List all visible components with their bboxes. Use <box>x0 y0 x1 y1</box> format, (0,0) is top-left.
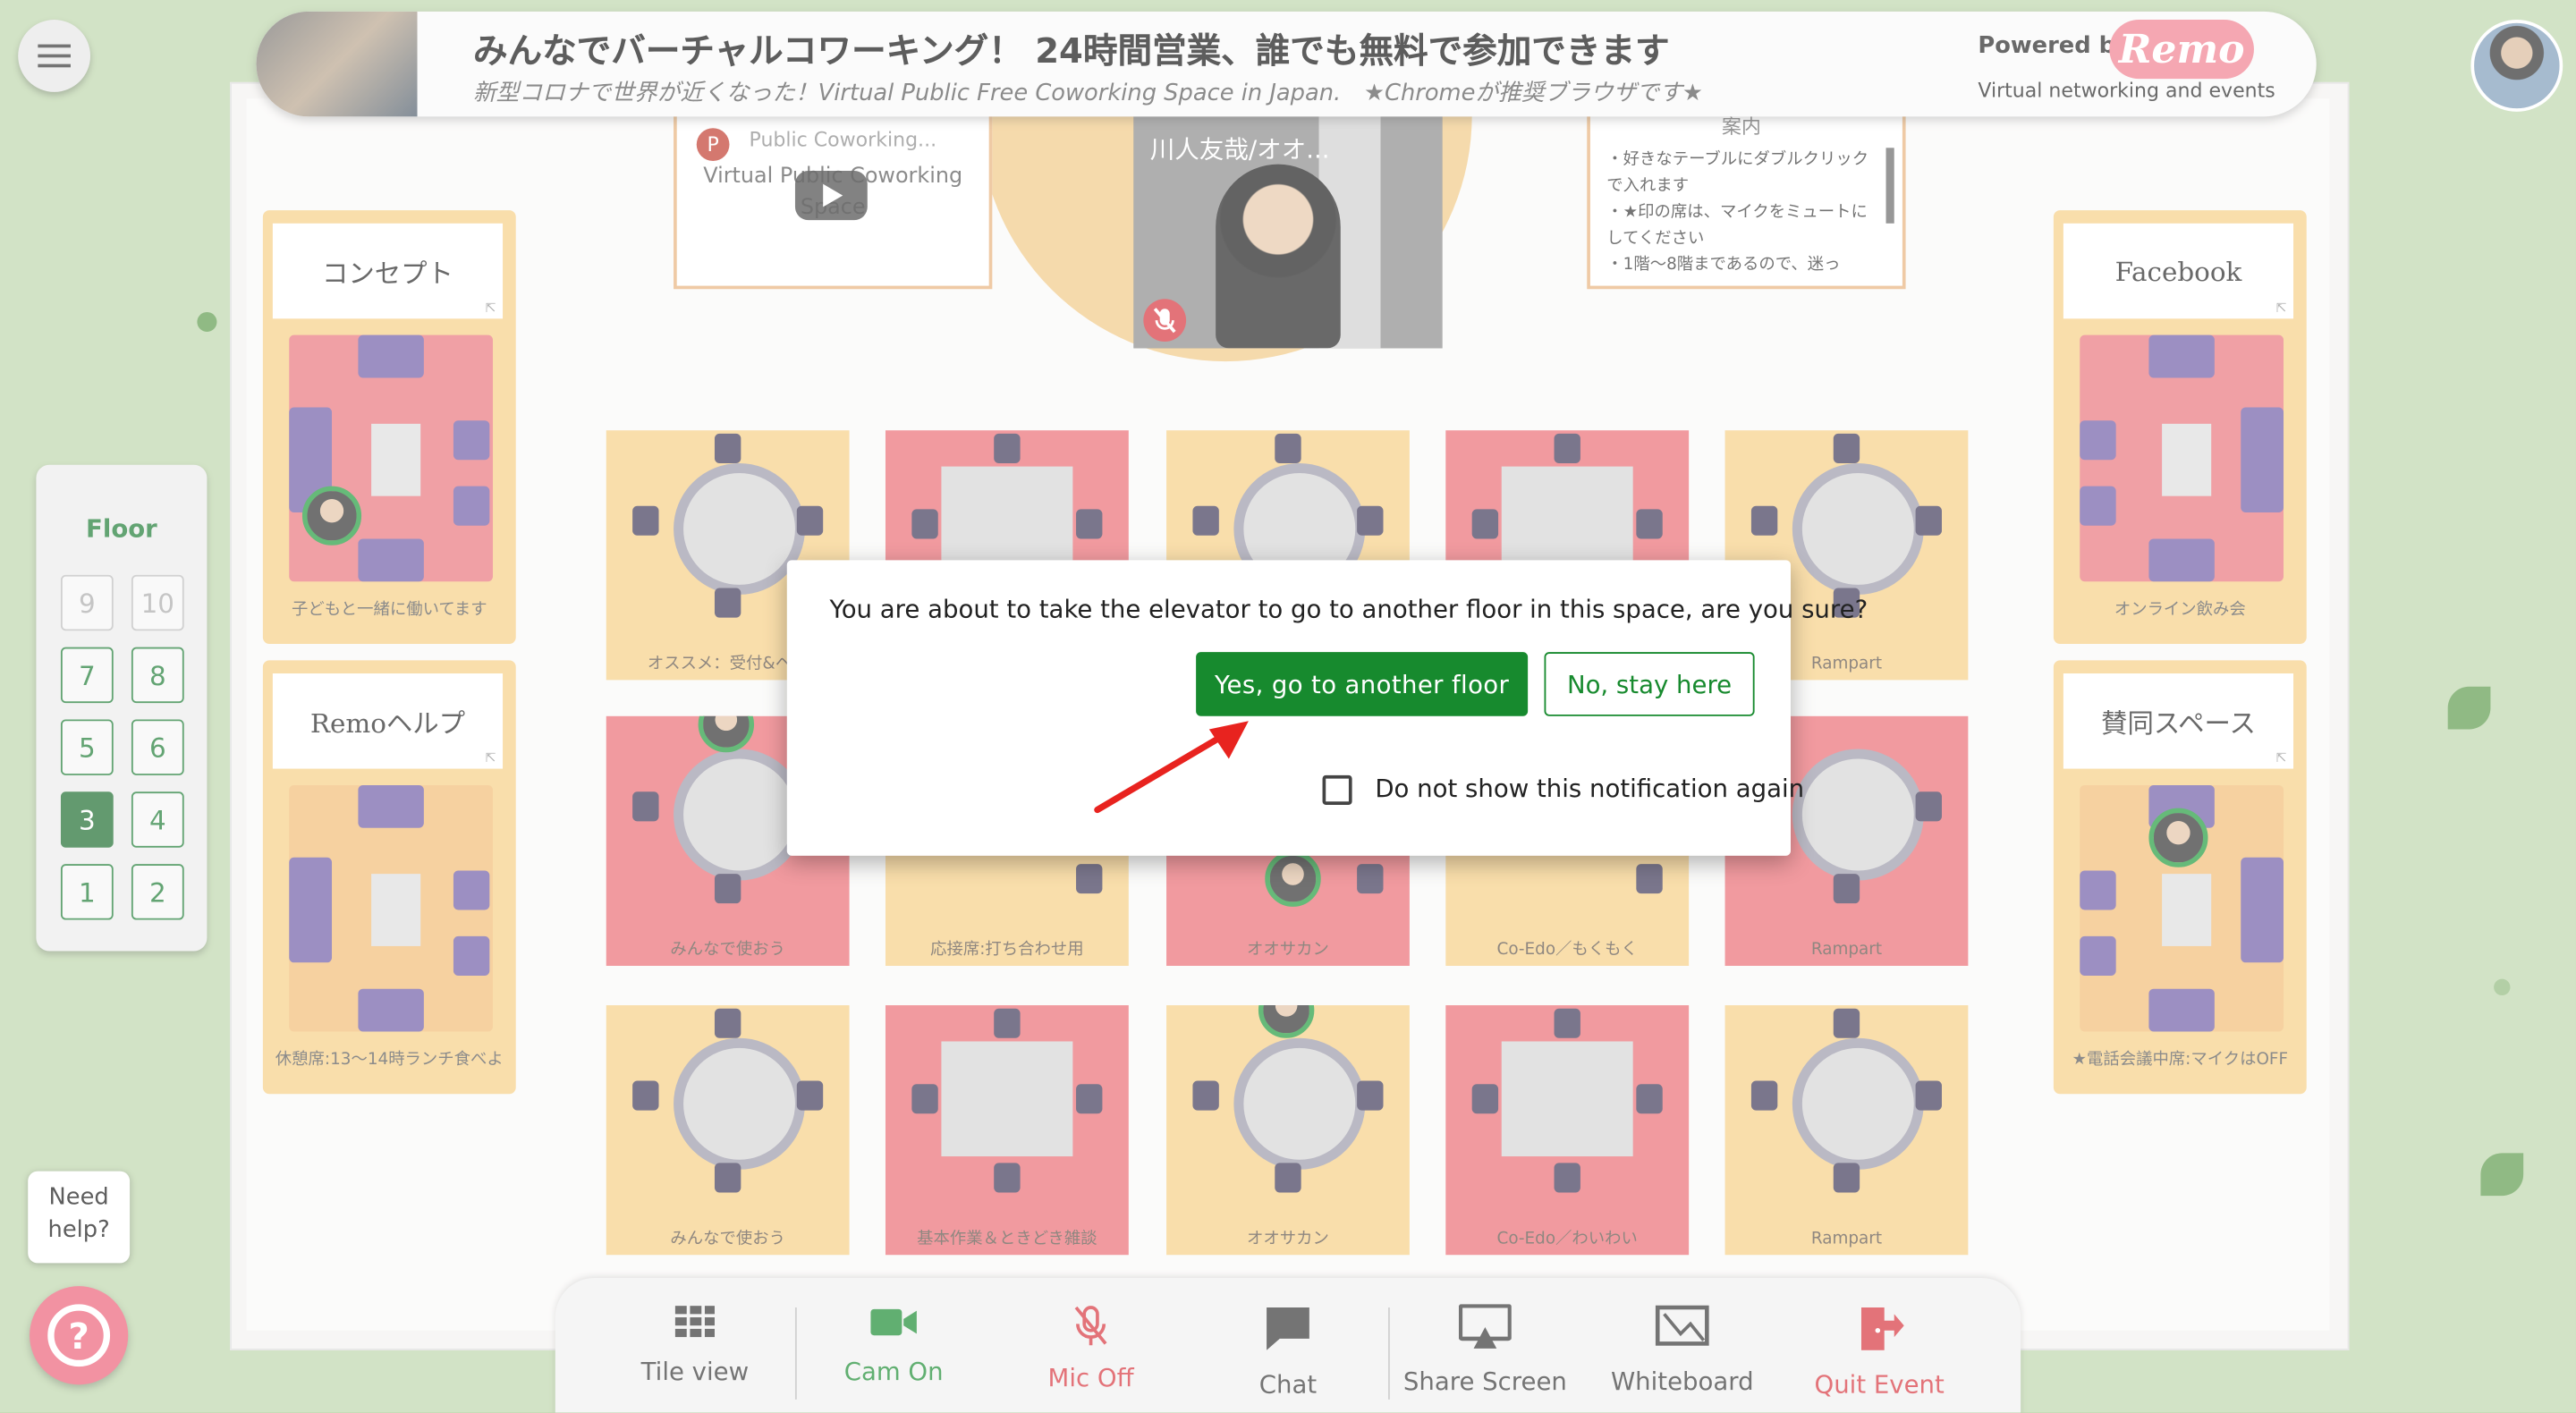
dont-show-again-label[interactable]: Do not show this notification again <box>1375 774 1804 803</box>
dialog-message: You are about to take the elevator to go… <box>829 594 1868 624</box>
dont-show-again-checkbox[interactable] <box>1322 774 1352 805</box>
elevator-confirm-dialog: You are about to take the elevator to go… <box>786 560 1868 856</box>
remo-event-screen: P Public Coworking... Virtual Public Cow… <box>0 0 2576 1413</box>
confirm-change-floor-button[interactable]: Yes, go to another floor <box>1196 652 1529 716</box>
annotation-arrow-icon <box>1094 721 1249 814</box>
stay-here-button[interactable]: No, stay here <box>1544 652 1755 716</box>
